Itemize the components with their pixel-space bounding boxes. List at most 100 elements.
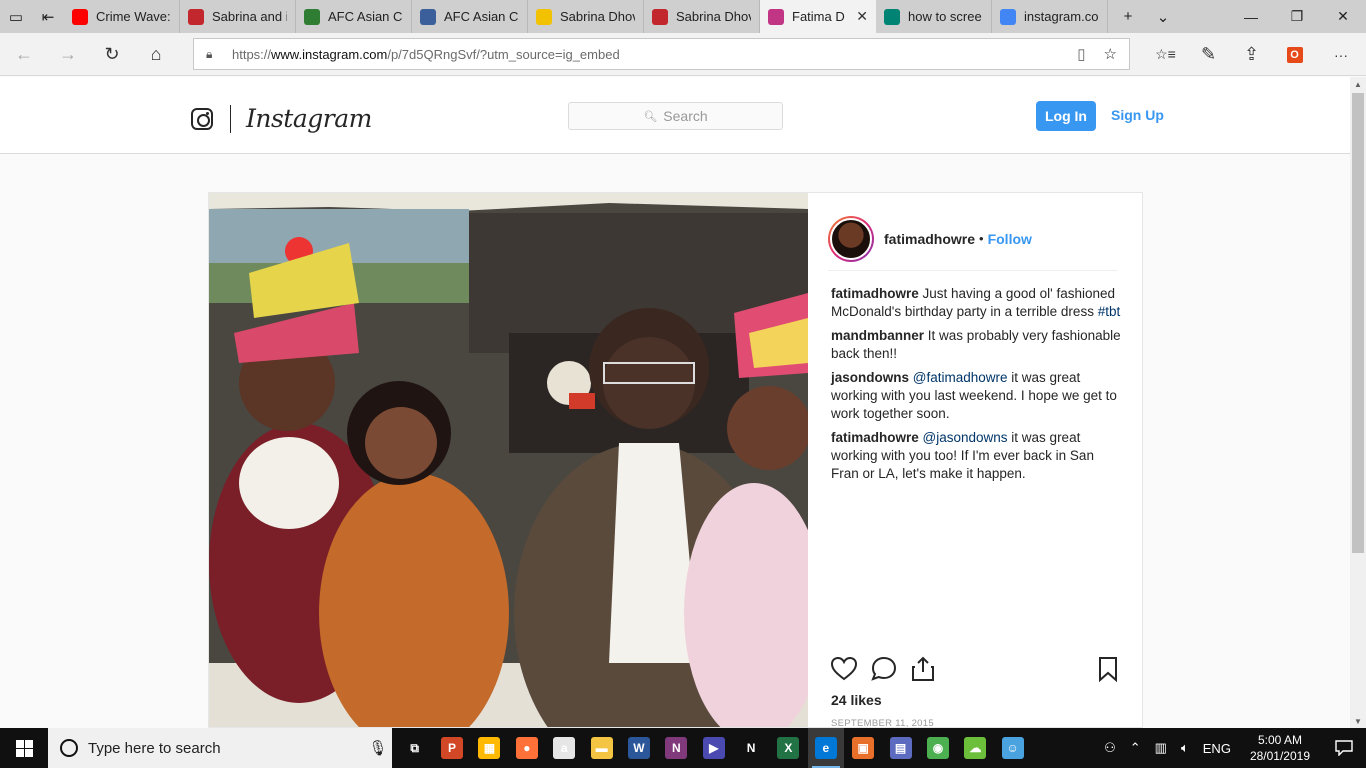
chrome-taskbar-button[interactable]: ◉	[920, 728, 956, 768]
comment-username[interactable]: jasondowns	[831, 370, 909, 385]
address-bar[interactable]: 🔒︎ https://www.instagram.com/p/7d5QRngSv…	[193, 38, 1130, 70]
excel-taskbar-button[interactable]: X	[770, 728, 806, 768]
reading-view-icon[interactable]: ▯	[1077, 45, 1085, 63]
scrollbar-thumb[interactable]	[1352, 93, 1364, 553]
back-button[interactable]: ←	[2, 33, 46, 76]
comment-icon[interactable]	[870, 655, 898, 683]
post-actions	[830, 655, 1120, 685]
add-favorite-star-icon[interactable]: ☆	[1104, 45, 1117, 63]
browser-tab[interactable]: Sabrina Dhov	[644, 0, 760, 33]
photos-taskbar-button[interactable]: ▣	[845, 728, 881, 768]
afc-logo-icon	[420, 8, 436, 25]
comment-username[interactable]: fatimadhowre	[831, 430, 919, 445]
login-button[interactable]: Log In	[1036, 101, 1096, 131]
browser-tab[interactable]: instagram.co	[992, 0, 1108, 33]
settings-more-icon[interactable]: ···	[1316, 33, 1366, 76]
firefox-taskbar-button[interactable]: ●	[509, 728, 545, 768]
home-button[interactable]: ⌂	[134, 33, 178, 76]
chat-app-taskbar-button[interactable]: ☺	[995, 728, 1031, 768]
browser-tab[interactable]: Sabrina Dhov	[528, 0, 644, 33]
browser-navigation-bar: ← → ↻ ⌂ 🔒︎ https://www.instagram.com/p/7…	[0, 33, 1366, 76]
forward-button[interactable]: →	[46, 33, 90, 76]
task-view-taskbar-button[interactable]: ⧉	[397, 728, 433, 768]
taskbar-search-placeholder: Type here to search	[88, 739, 221, 757]
microphone-icon[interactable]: 🎙︎	[364, 739, 392, 757]
post-date[interactable]: SEPTEMBER 11, 2015	[831, 718, 934, 727]
favorites-hub-icon[interactable]: ☆≡	[1144, 33, 1187, 76]
tab-preview-chevron-icon[interactable]: ⌄	[1148, 0, 1178, 33]
volume-icon[interactable]: 🔈︎	[1174, 740, 1196, 756]
bookmark-icon[interactable]	[1094, 655, 1122, 683]
people-icon[interactable]: ⚇	[1097, 740, 1123, 756]
post-photo[interactable]	[209, 193, 808, 727]
minimize-button[interactable]: —	[1228, 0, 1274, 33]
new-tab-button[interactable]: +	[1108, 0, 1148, 33]
avatar[interactable]	[828, 215, 874, 262]
chrome-icon: ◉	[926, 737, 949, 759]
google-icon	[1000, 8, 1016, 25]
search-placeholder: Search	[663, 108, 708, 124]
set-aside-tabs-icon[interactable]: ⇤	[32, 0, 64, 33]
url-text[interactable]: https://www.instagram.com/p/7d5QRngSvf/?…	[232, 47, 620, 62]
browser-tab[interactable]: Fatima D ✕	[760, 0, 876, 33]
browser-tab[interactable]: AFC Asian Cu	[412, 0, 528, 33]
map-pin-icon	[652, 8, 668, 25]
post-username[interactable]: fatimadhowre	[884, 231, 975, 247]
comment-mention[interactable]: @jasondowns	[923, 430, 1008, 445]
tray-chevron-icon[interactable]: ⌃	[1123, 740, 1148, 756]
browser-tab[interactable]: Crime Wave:	[64, 0, 180, 33]
share-post-icon[interactable]	[909, 655, 937, 683]
edge-taskbar-button[interactable]: e	[807, 728, 844, 768]
comment: fatimadhowre @jasondowns it was great wo…	[831, 429, 1123, 483]
close-tab-icon[interactable]: ✕	[856, 8, 868, 25]
language-indicator[interactable]: ENG	[1196, 741, 1238, 756]
amazon-taskbar-button[interactable]: a	[546, 728, 582, 768]
browser-tab[interactable]: AFC Asian Cu	[296, 0, 412, 33]
tab-list: Crime Wave: Sabrina and i AFC Asian Cu AFC …	[64, 0, 1108, 33]
netflix-taskbar-button[interactable]: N	[733, 728, 769, 768]
comment-mention[interactable]: #tbt	[1098, 304, 1121, 319]
tab-label: Sabrina and i	[212, 9, 287, 24]
browser-tab[interactable]: Sabrina and i	[180, 0, 296, 33]
office-extension-icon[interactable]: O	[1273, 33, 1316, 76]
close-window-button[interactable]: ✕	[1320, 0, 1366, 33]
comment-username[interactable]: fatimadhowre	[831, 286, 919, 301]
tab-label: Sabrina Dhov	[676, 9, 751, 24]
cloud-app-taskbar-button[interactable]: ☁	[957, 728, 993, 768]
network-icon[interactable]: ▥	[1148, 740, 1174, 756]
comment-username[interactable]: mandmbanner	[831, 328, 924, 343]
instagram-logo[interactable]: Instagram	[191, 104, 372, 133]
onenote-taskbar-button[interactable]: N	[658, 728, 694, 768]
tab-label: Sabrina Dhov	[560, 9, 635, 24]
page-scrollbar[interactable]: ▲ ▼	[1350, 77, 1366, 728]
scroll-down-arrow-icon[interactable]: ▼	[1350, 714, 1366, 728]
browser-tab[interactable]: how to scree	[876, 0, 992, 33]
start-button[interactable]	[0, 728, 48, 768]
clock[interactable]: 5:00 AM 28/01/2019	[1238, 732, 1322, 764]
web-notes-pen-icon[interactable]: ✎	[1187, 33, 1230, 76]
share-icon[interactable]: ⇪	[1230, 33, 1273, 76]
restore-button[interactable]: ❐	[1274, 0, 1320, 33]
search-icon: 🔍︎	[643, 110, 658, 123]
instagram-search-input[interactable]: 🔍︎ Search	[568, 102, 783, 130]
clipboard-app-taskbar-button[interactable]: ▤	[883, 728, 919, 768]
tab-manager-icon[interactable]: ▭	[0, 0, 32, 33]
comment: fatimadhowre Just having a good ol' fash…	[831, 285, 1123, 321]
instagram-header: Instagram 🔍︎ Search Log In Sign Up	[0, 77, 1350, 154]
follow-button[interactable]: Follow	[988, 231, 1032, 247]
media-player-taskbar-button[interactable]: ▶	[696, 728, 732, 768]
heart-icon[interactable]	[830, 655, 858, 683]
comment-mention[interactable]: @fatimadhowre	[913, 370, 1008, 385]
powerpoint-taskbar-button[interactable]: P	[434, 728, 470, 768]
file-explorer-taskbar-button[interactable]: ▬	[584, 728, 620, 768]
signup-link[interactable]: Sign Up	[1111, 107, 1164, 123]
refresh-button[interactable]: ↻	[90, 33, 134, 76]
scroll-up-arrow-icon[interactable]: ▲	[1350, 77, 1366, 91]
store-taskbar-button[interactable]: ▦	[471, 728, 507, 768]
action-center-icon[interactable]	[1322, 728, 1366, 768]
likes-count[interactable]: 24 likes	[831, 692, 882, 708]
word-taskbar-button[interactable]: W	[621, 728, 657, 768]
notification-bubble-icon	[1335, 740, 1353, 756]
lock-icon: 🔒︎	[206, 46, 213, 61]
taskbar-search-input[interactable]: Type here to search 🎙︎	[48, 728, 392, 768]
